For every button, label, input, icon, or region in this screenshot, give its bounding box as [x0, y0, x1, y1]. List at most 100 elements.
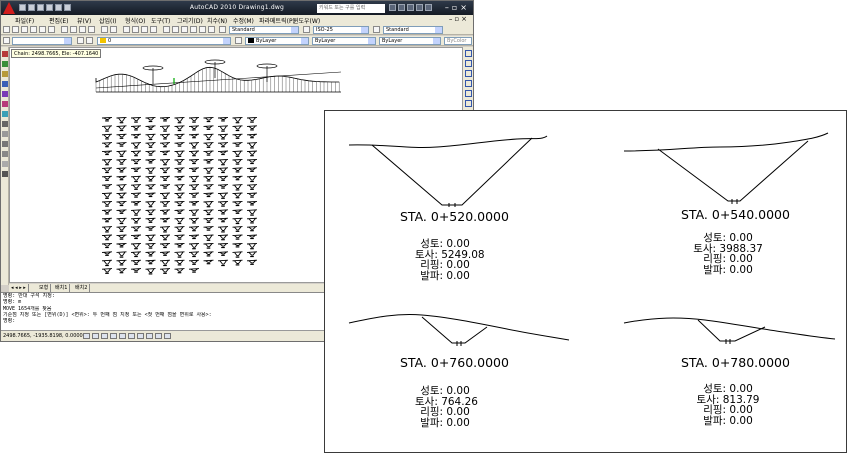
menu-format[interactable]: 형식(O): [125, 16, 145, 25]
mini-cross-section: [246, 125, 258, 129]
zoom-window-icon[interactable]: [141, 26, 148, 33]
tab-layout2[interactable]: 배치2: [73, 284, 91, 292]
ducs-toggle-icon[interactable]: [137, 333, 144, 339]
menu-edit[interactable]: 편집(E): [49, 16, 69, 25]
cross-section-760: [348, 314, 570, 346]
polyline-icon[interactable]: [2, 71, 8, 77]
dyn-toggle-icon[interactable]: [146, 333, 153, 339]
menu-tools[interactable]: 도구(T): [151, 16, 170, 25]
text-style-icon[interactable]: [219, 26, 226, 33]
menu-window[interactable]: 윈도우(W): [293, 16, 320, 25]
mirror-icon[interactable]: [464, 70, 472, 77]
save-file-icon[interactable]: [21, 26, 28, 33]
match-properties-icon[interactable]: [88, 26, 95, 33]
mini-section-label: [235, 189, 240, 191]
table-style-icon[interactable]: [373, 26, 380, 33]
menu-file[interactable]: 파일(F): [15, 16, 34, 25]
mini-section-label: [206, 247, 211, 249]
layer-select[interactable]: 0: [97, 37, 231, 45]
help-search-input[interactable]: 키워드 또는 구를 입력: [317, 4, 385, 13]
mtext-icon[interactable]: [2, 171, 8, 177]
menu-parametric[interactable]: 파라메트릭(P): [259, 16, 295, 25]
spline-icon[interactable]: [2, 121, 8, 127]
lineweight-select[interactable]: ByLayer: [379, 37, 441, 45]
open-file-icon[interactable]: [12, 26, 19, 33]
mini-section-label: [105, 120, 109, 122]
grid-toggle-icon[interactable]: [92, 333, 99, 339]
paste-icon[interactable]: [79, 26, 86, 33]
table-icon[interactable]: [2, 161, 8, 167]
help-icon[interactable]: [425, 4, 432, 11]
document-window-controls[interactable]: –▫×: [449, 15, 469, 23]
sheet-set-icon[interactable]: [190, 26, 197, 33]
dim-style-icon[interactable]: [303, 26, 310, 33]
design-center-icon[interactable]: [172, 26, 179, 33]
construction-line-icon[interactable]: [2, 61, 8, 67]
menu-insert[interactable]: 삽입(I): [99, 16, 117, 25]
publish-icon[interactable]: [48, 26, 55, 33]
circle-icon[interactable]: [2, 111, 8, 117]
snap-toggle-icon[interactable]: [83, 333, 90, 339]
tab-layout1[interactable]: 배치1: [53, 284, 71, 292]
move-icon[interactable]: [464, 100, 472, 107]
tool-palettes-icon[interactable]: [181, 26, 188, 33]
mini-cross-section: [130, 175, 142, 181]
quick-properties-icon[interactable]: [164, 333, 171, 339]
preview-icon[interactable]: [39, 26, 46, 33]
layer-state-icon[interactable]: [86, 37, 93, 44]
menu-dimension[interactable]: 치수(N): [207, 16, 227, 25]
layer-manager-icon[interactable]: [77, 37, 84, 44]
color-select[interactable]: ByLayer: [245, 37, 309, 45]
make-current-layer-icon[interactable]: [235, 37, 242, 44]
qnew-icon[interactable]: [3, 26, 10, 33]
zoom-realtime-icon[interactable]: [132, 26, 139, 33]
tab-model[interactable]: 모형: [37, 284, 52, 292]
cut-icon[interactable]: [61, 26, 68, 33]
copy-object-icon[interactable]: [464, 60, 472, 67]
array-icon[interactable]: [464, 90, 472, 97]
hatch-icon[interactable]: [2, 141, 8, 147]
offset-icon[interactable]: [464, 80, 472, 87]
dim-style-select[interactable]: ISO-25: [313, 26, 369, 34]
mini-cross-section: [130, 217, 142, 222]
ellipse-icon[interactable]: [2, 131, 8, 137]
calculator-icon[interactable]: [208, 26, 215, 33]
workspace-icon[interactable]: [3, 37, 10, 44]
subscription-icon[interactable]: [398, 4, 405, 11]
redo-tool-icon[interactable]: [110, 26, 117, 33]
undo-tool-icon[interactable]: [101, 26, 108, 33]
ortho-toggle-icon[interactable]: [101, 333, 108, 339]
mini-cross-section: [116, 125, 127, 130]
polygon-icon[interactable]: [2, 81, 8, 87]
menu-modify[interactable]: 수정(M): [233, 16, 254, 25]
pan-icon[interactable]: [123, 26, 130, 33]
osnap-toggle-icon[interactable]: [119, 333, 126, 339]
region-icon[interactable]: [2, 151, 8, 157]
menu-view[interactable]: 뷰(V): [77, 16, 91, 25]
erase-icon[interactable]: [464, 50, 472, 57]
rectangle-icon[interactable]: [2, 91, 8, 97]
workspace-select[interactable]: [12, 37, 72, 45]
favorites-icon[interactable]: [416, 4, 423, 11]
zoom-previous-icon[interactable]: [150, 26, 157, 33]
print-icon[interactable]: [30, 26, 37, 33]
tab-nav-arrows[interactable]: ◂ ◂ ▸ ▸: [9, 284, 29, 292]
mini-cross-section: [246, 209, 258, 215]
copy-icon[interactable]: [70, 26, 77, 33]
arc-icon[interactable]: [2, 101, 8, 107]
properties-icon[interactable]: [163, 26, 170, 33]
mini-section-label: [250, 214, 254, 216]
search-icon[interactable]: [389, 4, 396, 11]
plot-style-select[interactable]: ByColor: [444, 37, 472, 45]
text-style-select[interactable]: Standard: [229, 26, 299, 34]
communication-icon[interactable]: [407, 4, 414, 11]
polar-toggle-icon[interactable]: [110, 333, 117, 339]
linetype-select[interactable]: ByLayer: [312, 37, 376, 45]
window-controls[interactable]: –▫×: [445, 3, 470, 12]
table-style-select[interactable]: Standard: [383, 26, 443, 34]
lineweight-toggle-icon[interactable]: [155, 333, 162, 339]
line-icon[interactable]: [2, 51, 8, 57]
otrack-toggle-icon[interactable]: [128, 333, 135, 339]
menu-draw[interactable]: 그리기(D): [177, 16, 203, 25]
markup-icon[interactable]: [199, 26, 206, 33]
